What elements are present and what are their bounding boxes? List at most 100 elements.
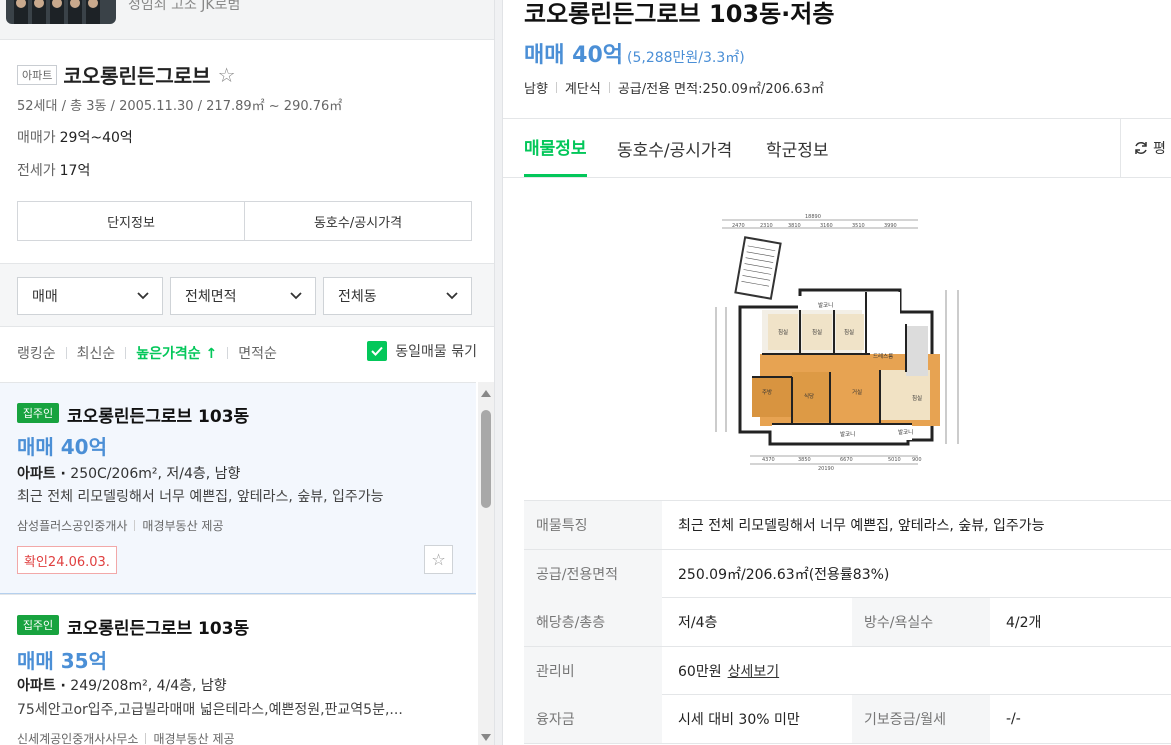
chevron-down-icon — [290, 292, 302, 300]
tab-listing-info[interactable]: 매물정보 — [524, 119, 587, 177]
complex-name[interactable]: 코오롱린든그로브 — [63, 64, 210, 88]
dim-bottom: 3850 — [798, 457, 811, 463]
listing-spec-type: 아파트 · — [17, 466, 66, 482]
area-value: 전체면적 — [185, 289, 237, 305]
table-value: 최근 전체 리모델링해서 너무 예쁜집, 앞테라스, 숲뷰, 입주가능 — [678, 518, 1045, 534]
table-row: 융자금 시세 대비 30% 미만 기보증금/월세 -/- — [524, 695, 1171, 744]
room-label: 드레스룸 — [873, 352, 893, 360]
chevron-down-icon — [446, 292, 458, 300]
favorite-star-icon[interactable]: ☆ — [218, 63, 236, 87]
room-label: 침실 — [844, 328, 854, 336]
group-listings-label: 동일매물 묶기 — [395, 344, 477, 360]
checkbox-checked-icon[interactable] — [367, 341, 388, 361]
provider-name: 매경부동산 제공 — [142, 519, 224, 533]
area-select[interactable]: 전체면적 — [170, 277, 316, 315]
table-row: 관리비 60만원 상세보기 — [524, 646, 1171, 695]
sort-bar: 랭킹순 최신순 높은가격순 ↑ 면적순 동일매물 묶기 — [17, 341, 477, 363]
detail-structure: 계단식 — [564, 82, 601, 97]
detail-attributes: 남향 계단식 공급/전용 면적:250.09㎡/206.63㎡ — [524, 78, 824, 97]
agency-name[interactable]: 신세계공인중개사사무소 — [17, 730, 138, 745]
detail-price-value: 매매 40억 — [524, 43, 623, 68]
dim-total-bottom: 20190 — [818, 466, 834, 470]
table-value: 4/2개 — [1006, 615, 1042, 631]
jeonse-price-value: 17억 — [59, 163, 91, 179]
unit-price-button[interactable]: 동호수/공시가격 — [244, 202, 471, 240]
complex-info-button[interactable]: 단지정보 — [18, 202, 244, 240]
complex-meta: 52세대 / 총 3동 / 2005.11.30 / 217.89㎡ ~ 290… — [17, 99, 343, 114]
table-row: 해당층/총층 저/4층 방수/욕실수 4/2개 — [524, 598, 1171, 647]
listing-title[interactable]: 코오롱린든그로브 103동 — [67, 614, 249, 639]
listing-spec: 아파트 · 249/208m², 4/4층, 남향 — [17, 675, 227, 695]
table-row: 매물특징 최근 전체 리모델링해서 너무 예쁜집, 앞테라스, 숲뷰, 입주가능 — [524, 501, 1171, 550]
floor-plan-image[interactable]: 18890 2470 2310 3810 3160 3510 3990 발코니 … — [700, 212, 978, 470]
scroll-down-icon[interactable] — [481, 734, 491, 741]
divider — [227, 347, 229, 359]
area-unit-toggle[interactable]: 평 — [1120, 119, 1171, 177]
scrollbar-thumb[interactable] — [481, 410, 491, 508]
dim-top: 3990 — [884, 223, 897, 229]
sale-price-value: 29억~40억 — [59, 130, 133, 146]
listing-price: 매매 40억 — [17, 435, 107, 459]
provider-name: 매경부동산 제공 — [153, 732, 235, 745]
dim-bottom: 5010 — [888, 457, 901, 463]
listing-desc: 75세안고or입주,고급빌라매매 넓은테라스,예쁜정원,판교역5분,... — [17, 702, 403, 718]
table-value: 저/4층 — [678, 615, 718, 631]
table-header: 공급/전용면적 — [524, 549, 662, 598]
divider — [608, 82, 610, 93]
jeonse-price-label: 전세가 — [17, 163, 56, 179]
sort-latest[interactable]: 최신순 — [77, 343, 116, 363]
group-listings-toggle[interactable]: 동일매물 묶기 — [367, 341, 477, 361]
owner-badge: 집주인 — [17, 403, 59, 423]
trade-type-select[interactable]: 매매 — [17, 277, 163, 315]
dim-top: 3160 — [820, 223, 833, 229]
sort-area[interactable]: 면적순 — [238, 343, 277, 363]
tab-unit-price[interactable]: 동호수/공시가격 — [617, 119, 732, 177]
dim-total-top: 18890 — [805, 214, 821, 220]
detail-tabs: 매물정보 동호수/공시가격 학군정보 평 — [503, 118, 1171, 178]
listing-info-table: 매물특징 최근 전체 리모델링해서 너무 예쁜집, 앞테라스, 숲뷰, 입주가능… — [524, 500, 1171, 744]
owner-badge: 집주인 — [17, 615, 59, 635]
dim-bottom: 6670 — [840, 457, 853, 463]
table-header: 매물특징 — [524, 501, 662, 549]
table-value: 60만원 상세보기 — [678, 647, 779, 695]
table-value: 시세 대비 30% 미만 — [678, 712, 800, 728]
divider — [125, 347, 127, 359]
listing-title[interactable]: 코오롱린든그로브 103동 — [67, 402, 249, 427]
divider — [145, 733, 147, 744]
listing-spec-detail: 249/208m², 4/4층, 남향 — [70, 678, 227, 694]
agency-name[interactable]: 삼성플러스공인중개사 — [17, 517, 127, 534]
detail-area: 공급/전용 면적:250.09㎡/206.63㎡ — [617, 82, 824, 97]
top-caption: 정임쇠 고조 JK로범 — [128, 0, 241, 13]
sort-ranking[interactable]: 랭킹순 — [17, 343, 56, 363]
listing-spec-type: 아파트 · — [17, 678, 66, 694]
top-strip: 정임쇠 고조 JK로범 — [0, 0, 494, 40]
dim-top: 3810 — [788, 223, 801, 229]
listing-price: 매매 35억 — [17, 649, 107, 673]
room-label: 침실 — [912, 394, 922, 402]
table-value: -/- — [1006, 711, 1021, 727]
complex-summary: 아파트 코오롱린든그로브 ☆ 52세대 / 총 3동 / 2005.11.30 /… — [17, 60, 477, 180]
panel-divider[interactable] — [494, 0, 503, 745]
favorite-star-icon[interactable]: ☆ — [424, 545, 453, 574]
complex-tabs: 단지정보 동호수/공시가격 — [17, 201, 472, 241]
area-unit-label: 평 — [1153, 141, 1166, 157]
divider — [134, 520, 136, 531]
detail-panel: 코오롱린든그로브 103동·저층 매매 40억 (5,288만원/3.3㎡) 남향… — [503, 0, 1171, 745]
room-label: 주방 — [762, 388, 772, 396]
details-link[interactable]: 상세보기 — [728, 661, 780, 681]
listing-scrollbar[interactable] — [478, 382, 494, 745]
room-label: 식당 — [804, 392, 814, 400]
chevron-down-icon — [137, 292, 149, 300]
tab-school-info[interactable]: 학군정보 — [766, 119, 829, 177]
sort-price-high[interactable]: 높은가격순 ↑ — [136, 343, 217, 363]
room-label: 발코니 — [898, 428, 913, 436]
listing-card[interactable]: 집주인 코오롱린든그로브 103동 매매 35억 아파트 · 249/208m²… — [0, 594, 476, 745]
building-select[interactable]: 전체동 — [323, 277, 472, 315]
listing-card[interactable]: 집주인 코오롱린든그로브 103동 매매 40억 아파트 · 250C/206m… — [0, 382, 476, 594]
detail-price: 매매 40억 (5,288만원/3.3㎡) — [524, 37, 745, 69]
scroll-up-icon[interactable] — [481, 390, 491, 397]
divider — [555, 82, 557, 93]
jeonse-price-row: 전세가 17억 — [17, 160, 477, 180]
table-header: 방수/욕실수 — [852, 598, 990, 646]
listing-spec: 아파트 · 250C/206m², 저/4층, 남향 — [17, 463, 240, 483]
